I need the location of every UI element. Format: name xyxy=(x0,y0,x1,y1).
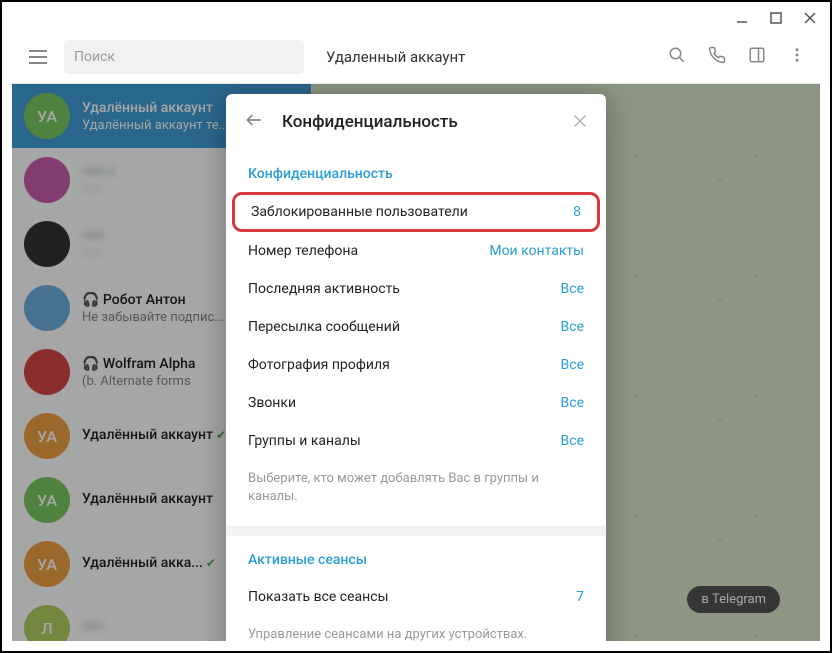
modal-overlay[interactable]: Конфиденциальность Конфиденциальность За… xyxy=(12,84,820,641)
settings-row-value: 7 xyxy=(576,589,584,605)
settings-row-value: Все xyxy=(561,395,584,411)
settings-row[interactable]: Номер телефона Мои контакты xyxy=(226,232,606,270)
close-window-button[interactable] xyxy=(798,6,822,30)
settings-row[interactable]: Фотография профиля Все xyxy=(226,346,606,384)
close-icon[interactable] xyxy=(572,110,588,134)
topbar-right: Удаленный аккаунт xyxy=(312,46,820,68)
search-input[interactable]: Поиск xyxy=(64,40,304,74)
privacy-modal: Конфиденциальность Конфиденциальность За… xyxy=(226,94,606,641)
maximize-button[interactable] xyxy=(764,6,788,30)
settings-row-label: Группы и каналы xyxy=(248,433,361,449)
settings-row-label: Звонки xyxy=(248,395,296,411)
settings-row-label: Пересылка сообщений xyxy=(248,319,400,335)
minimize-button[interactable] xyxy=(730,6,754,30)
settings-row-value: Все xyxy=(561,433,584,449)
privacy-hint: Выберите, кто может добавлять Вас в груп… xyxy=(226,460,606,520)
desktop-window-frame: Поиск Удаленный аккаунт УАУдалённый акка… xyxy=(0,0,832,653)
settings-row-label: Номер телефона xyxy=(248,243,358,259)
settings-row-label: Фотография профиля xyxy=(248,357,390,373)
chat-title: Удаленный аккаунт xyxy=(326,48,465,66)
settings-row-value: Мои контакты xyxy=(489,243,584,259)
section-title-privacy: Конфиденциальность xyxy=(226,156,606,192)
search-placeholder: Поиск xyxy=(74,49,115,65)
settings-row-label: Заблокированные пользователи xyxy=(251,204,468,220)
window-controls xyxy=(730,6,822,30)
back-arrow-icon[interactable] xyxy=(244,110,264,134)
settings-row-value: Все xyxy=(561,281,584,297)
settings-row[interactable]: Показать все сеансы 7 xyxy=(226,578,606,616)
app-container: Поиск Удаленный аккаунт УАУдалённый акка… xyxy=(12,30,820,641)
settings-row[interactable]: Группы и каналы Все xyxy=(226,422,606,460)
privacy-section: Конфиденциальность Заблокированные польз… xyxy=(226,150,606,526)
menu-icon[interactable] xyxy=(20,39,56,75)
settings-row[interactable]: Звонки Все xyxy=(226,384,606,422)
settings-row[interactable]: Пересылка сообщений Все xyxy=(226,308,606,346)
sessions-hint: Управление сеансами на других устройства… xyxy=(226,616,606,641)
section-title-sessions: Активные сеансы xyxy=(226,542,606,578)
settings-row-value: Все xyxy=(561,357,584,373)
sessions-section: Активные сеансы Показать все сеансы 7 Упр… xyxy=(226,536,606,641)
topbar-left: Поиск xyxy=(12,39,312,75)
section-divider xyxy=(226,526,606,536)
settings-row[interactable]: Последняя активность Все xyxy=(226,270,606,308)
search-icon[interactable] xyxy=(668,46,686,68)
settings-row-value: 8 xyxy=(573,204,581,220)
settings-row-label: Показать все сеансы xyxy=(248,589,388,605)
modal-title: Конфиденциальность xyxy=(282,112,458,132)
top-actions xyxy=(668,46,806,68)
app-body: УАУдалённый аккаунтУдалённый аккаунт те.… xyxy=(12,84,820,641)
settings-row-label: Последняя активность xyxy=(248,281,400,297)
modal-header: Конфиденциальность xyxy=(226,94,606,150)
topbar: Поиск Удаленный аккаунт xyxy=(12,30,820,84)
call-icon[interactable] xyxy=(708,46,726,68)
settings-row-value: Все xyxy=(561,319,584,335)
settings-row[interactable]: Заблокированные пользователи 8 xyxy=(232,192,600,232)
panel-icon[interactable] xyxy=(748,46,766,68)
more-icon[interactable] xyxy=(788,46,806,68)
